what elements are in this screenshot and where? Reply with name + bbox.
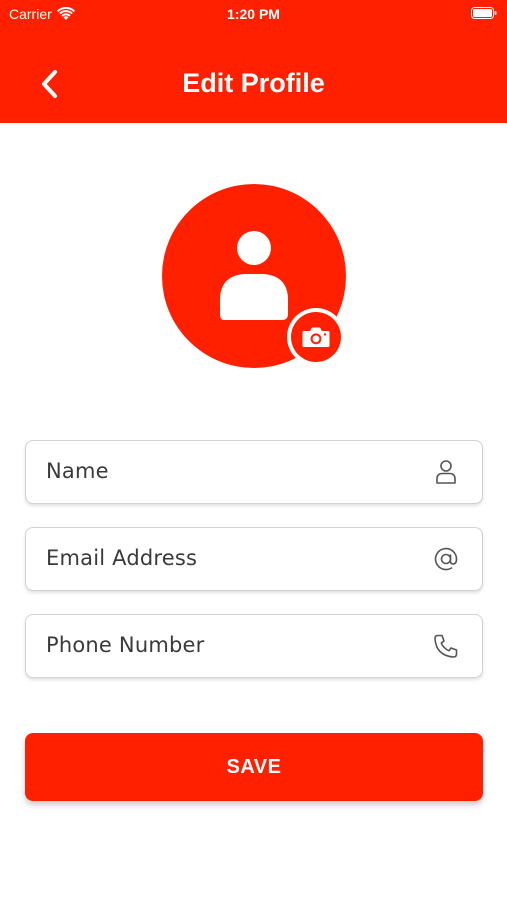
person-icon — [220, 231, 288, 320]
name-field[interactable]: Name — [25, 440, 483, 504]
at-icon — [434, 547, 458, 571]
email-field-placeholder: Email Address — [46, 546, 198, 570]
name-field-placeholder: Name — [46, 459, 109, 483]
status-time: 1:20 PM — [227, 6, 280, 22]
save-button[interactable]: SAVE — [25, 733, 483, 801]
battery-icon — [471, 7, 497, 19]
status-bar: Carrier 1:20 PM — [0, 0, 507, 28]
nav-bar: Edit Profile — [0, 52, 507, 114]
camera-icon — [302, 327, 330, 347]
user-icon — [436, 460, 456, 484]
email-field[interactable]: Email Address — [25, 527, 483, 591]
camera-badge — [291, 312, 341, 362]
phone-field-placeholder: Phone Number — [46, 633, 205, 657]
page-title: Edit Profile — [182, 68, 325, 98]
app-header: Carrier 1:20 PM Edit Profile — [0, 0, 507, 123]
change-photo-button[interactable] — [287, 308, 345, 366]
phone-icon — [434, 634, 458, 658]
profile-avatar-section — [162, 184, 346, 368]
avatar[interactable] — [162, 184, 346, 368]
phone-field[interactable]: Phone Number — [25, 614, 483, 678]
